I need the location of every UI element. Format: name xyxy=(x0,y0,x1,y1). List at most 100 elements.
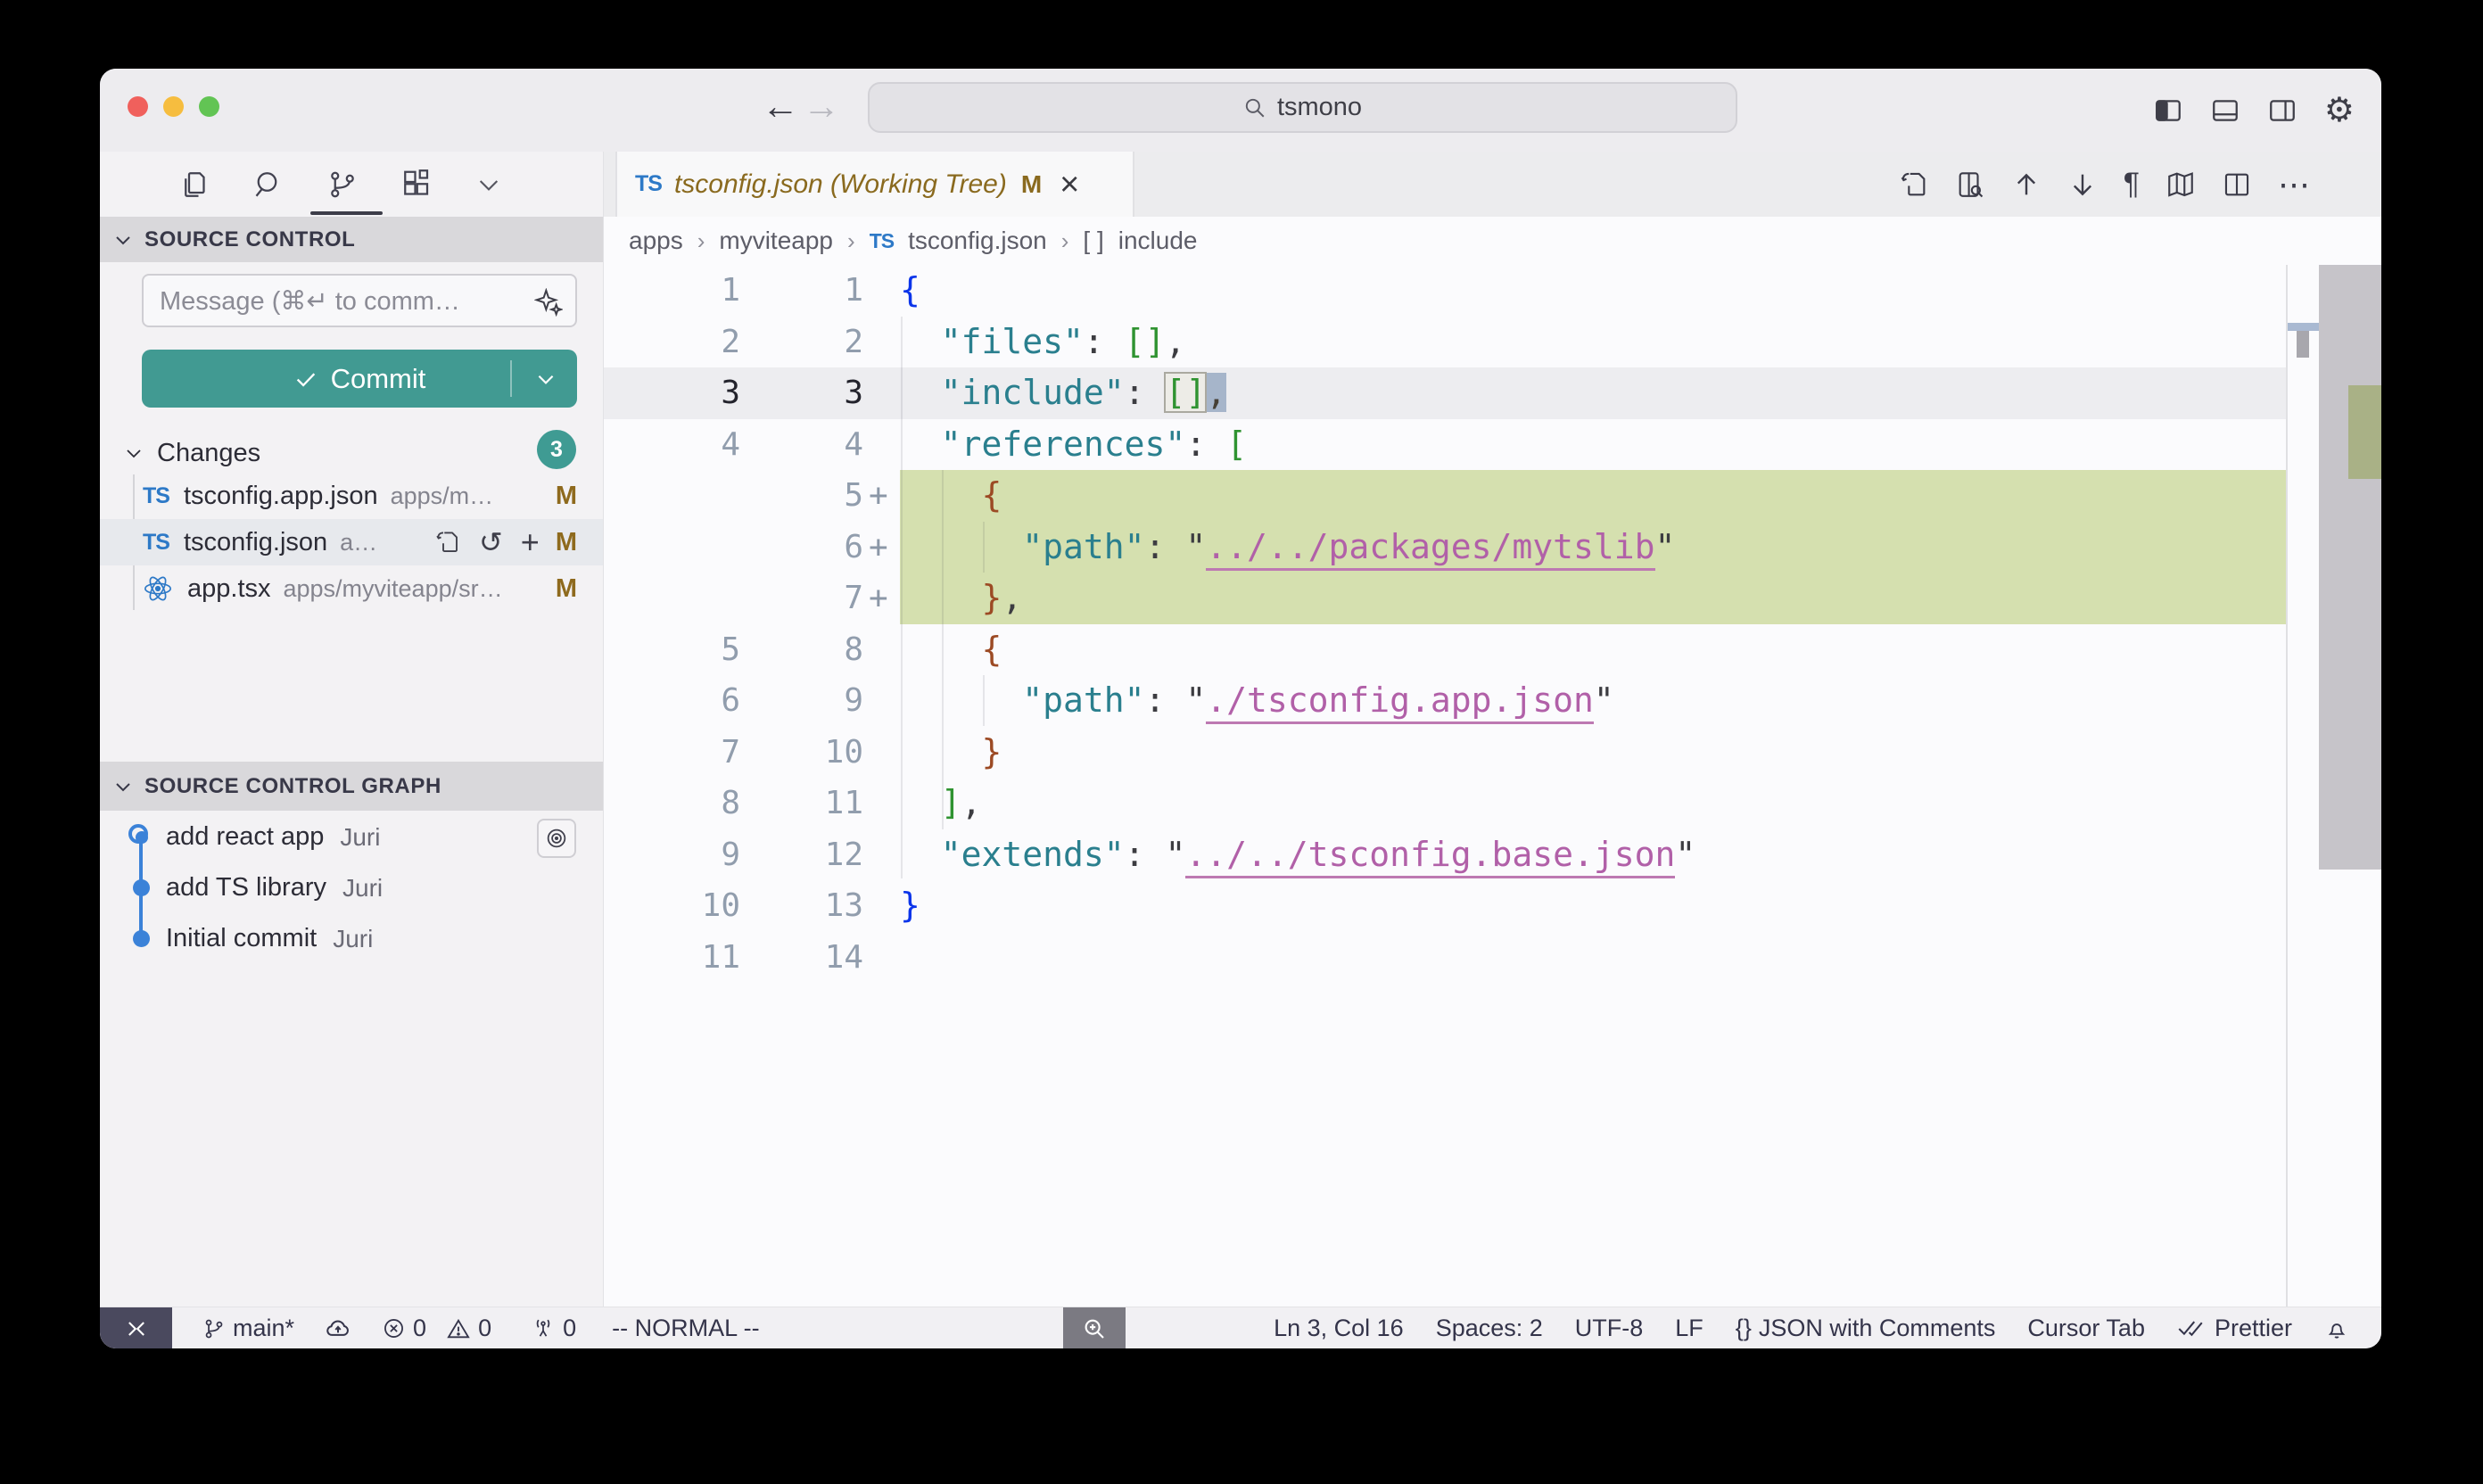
ts-file-icon: TS xyxy=(143,483,169,509)
commit-button[interactable]: Commit xyxy=(142,350,577,408)
file-row-tsconfig-app-json[interactable]: TS tsconfig.app.json apps/m… M xyxy=(100,473,604,519)
added-line-marker xyxy=(863,880,900,932)
line-number-modified: 6 xyxy=(740,522,863,573)
accessible-diff-viewer-icon[interactable] xyxy=(1955,169,1985,200)
file-row-tsconfig-json[interactable]: TS tsconfig.json a… ↺ + M xyxy=(100,519,604,565)
line-number-modified: 12 xyxy=(740,829,863,881)
tab-tsconfig-json-working-tree[interactable]: TS tsconfig.json (Working Tree) M × xyxy=(615,152,1134,217)
diff-editor[interactable]: 11{22 "files": [],33 "include": [],44 "r… xyxy=(604,265,2381,1307)
checkout-target-icon[interactable] xyxy=(537,819,576,858)
code-line[interactable]: 5+ { xyxy=(604,470,2381,522)
line-number-modified: 9 xyxy=(740,675,863,727)
indentation-status[interactable]: Spaces: 2 xyxy=(1436,1315,1543,1342)
code-line[interactable]: 811 ], xyxy=(604,778,2381,829)
breadcrumb-separator: › xyxy=(697,227,705,255)
code-line[interactable]: 33 "include": [], xyxy=(604,367,2381,419)
navigate-forward-icon[interactable]: → xyxy=(803,85,840,128)
breadcrumb-apps[interactable]: apps xyxy=(629,227,683,255)
added-line-marker xyxy=(863,265,900,317)
added-line-marker xyxy=(863,624,900,676)
commit-message-input[interactable]: Message (⌘↵ to comm… xyxy=(142,274,577,327)
render-whitespace-pilcrow-icon[interactable]: ¶ xyxy=(2124,167,2140,202)
code-text: "references": [ xyxy=(900,419,2381,471)
changes-label: Changes xyxy=(157,439,260,468)
maximize-window-button[interactable] xyxy=(199,96,219,117)
search-view-icon[interactable] xyxy=(252,169,285,201)
code-line[interactable]: 6+ "path": "../../packages/mytslib" xyxy=(604,522,2381,573)
commit-row[interactable]: add react app Juri xyxy=(100,812,604,862)
code-text: "include": [], xyxy=(900,367,2381,419)
discard-changes-icon[interactable]: ↺ xyxy=(479,525,503,559)
close-tab-icon[interactable]: × xyxy=(1060,168,1079,202)
toggle-panel-icon[interactable] xyxy=(2210,95,2240,126)
modified-badge: M xyxy=(556,528,577,557)
breadcrumb-include[interactable]: include xyxy=(1118,227,1198,255)
code-text: }, xyxy=(900,573,2381,624)
next-change-icon[interactable] xyxy=(2067,169,2098,200)
added-line-marker: + xyxy=(863,522,900,573)
file-row-app-tsx[interactable]: app.tsx apps/myviteapp/sr… M xyxy=(100,565,604,612)
source-control-icon[interactable] xyxy=(326,169,359,201)
line-number-original: 10 xyxy=(604,880,740,932)
settings-gear-icon[interactable]: ⚙ xyxy=(2324,90,2355,130)
code-line[interactable]: 1114 xyxy=(604,932,2381,984)
git-branch-status[interactable]: main* xyxy=(202,1315,294,1342)
errors-status[interactable]: 0 xyxy=(382,1315,426,1342)
code-line[interactable]: 69 "path": "./tsconfig.app.json" xyxy=(604,675,2381,727)
source-control-section-header[interactable]: SOURCE CONTROL xyxy=(100,217,604,262)
code-line[interactable]: 710 } xyxy=(604,727,2381,779)
code-line[interactable]: 7+ }, xyxy=(604,573,2381,624)
navigate-back-icon[interactable]: ← xyxy=(762,85,799,128)
close-window-button[interactable] xyxy=(128,96,148,117)
active-view-underline xyxy=(310,211,383,215)
more-actions-ellipsis-icon[interactable]: ⋯ xyxy=(2278,166,2312,203)
vim-mode-status[interactable]: -- NORMAL -- xyxy=(612,1315,759,1342)
cursor-tab-status[interactable]: Cursor Tab xyxy=(2027,1315,2145,1342)
previous-change-icon[interactable] xyxy=(2011,169,2042,200)
command-center-search[interactable]: tsmono xyxy=(868,82,1737,133)
notifications-bell-icon[interactable] xyxy=(2324,1316,2349,1341)
breadcrumb-tsconfig-json[interactable]: tsconfig.json xyxy=(908,227,1047,255)
encoding-status[interactable]: UTF-8 xyxy=(1575,1315,1644,1342)
ports-status[interactable]: 0 xyxy=(531,1315,576,1342)
sync-changes-cloud-icon[interactable] xyxy=(325,1315,351,1342)
code-line[interactable]: 44 "references": [ xyxy=(604,419,2381,471)
braces-icon: {} xyxy=(1736,1315,1752,1342)
commit-row[interactable]: Initial commit Juri xyxy=(100,913,604,964)
code-line[interactable]: 11{ xyxy=(604,265,2381,317)
commit-row[interactable]: add TS library Juri xyxy=(100,862,604,913)
minimap-toggle-map-icon[interactable] xyxy=(2165,169,2196,200)
code-line[interactable]: 58 { xyxy=(604,624,2381,676)
formatter-status[interactable]: Prettier xyxy=(2177,1315,2292,1342)
warnings-status[interactable]: 0 xyxy=(446,1315,491,1342)
source-control-graph-header[interactable]: SOURCE CONTROL GRAPH xyxy=(100,762,604,811)
language-mode-status[interactable]: {} JSON with Comments xyxy=(1736,1315,1996,1342)
code-text: "path": "../../packages/mytslib" xyxy=(900,522,2381,573)
line-number-original: 3 xyxy=(604,367,740,419)
explorer-icon[interactable] xyxy=(178,169,210,201)
remote-indicator[interactable] xyxy=(100,1307,172,1348)
code-line[interactable]: 912 "extends": "../../tsconfig.base.json… xyxy=(604,829,2381,881)
commit-dropdown-chevron-icon[interactable] xyxy=(534,367,557,391)
open-file-icon[interactable] xyxy=(434,529,461,556)
minimize-window-button[interactable] xyxy=(163,96,184,117)
changes-section-header[interactable]: Changes xyxy=(100,431,604,475)
sparkle-ai-icon[interactable] xyxy=(534,288,563,317)
eol-status[interactable]: LF xyxy=(1675,1315,1703,1342)
more-views-chevron-icon[interactable] xyxy=(474,170,503,199)
open-changes-icon[interactable] xyxy=(1899,169,1929,200)
cursor-position-status[interactable]: Ln 3, Col 16 xyxy=(1274,1315,1404,1342)
zoom-status-item[interactable] xyxy=(1063,1307,1126,1348)
breadcrumb-separator: › xyxy=(1061,227,1069,255)
code-line[interactable]: 1013} xyxy=(604,880,2381,932)
scrollbar-slider[interactable] xyxy=(2319,265,2381,870)
extensions-icon[interactable] xyxy=(400,169,433,201)
breadcrumb-myviteapp[interactable]: myviteapp xyxy=(719,227,833,255)
toggle-secondary-sidebar-icon[interactable] xyxy=(2267,95,2297,126)
modified-badge: M xyxy=(556,574,577,604)
minimap[interactable] xyxy=(2286,265,2319,1307)
toggle-primary-sidebar-icon[interactable] xyxy=(2153,95,2183,126)
stage-changes-icon[interactable]: + xyxy=(521,526,540,558)
code-line[interactable]: 22 "files": [], xyxy=(604,317,2381,368)
split-editor-icon[interactable] xyxy=(2222,169,2252,200)
